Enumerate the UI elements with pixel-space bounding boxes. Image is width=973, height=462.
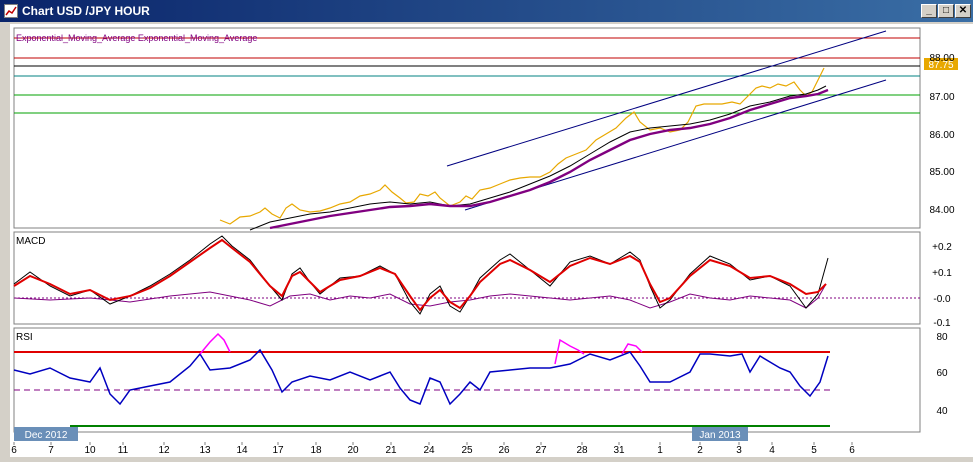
window-title: Chart USD /JPY HOUR [22, 4, 150, 18]
chart-canvas[interactable]: 87.75 88.00 87.00 86.00 85.00 84.00 Expo… [10, 24, 973, 457]
chart-app-icon [4, 4, 18, 18]
date-tick-label: 31 [613, 445, 625, 456]
date-tick-label: 4 [769, 445, 775, 456]
date-tick-label: 21 [385, 445, 397, 456]
price-axis-label: 88.00 [929, 53, 954, 64]
date-tick-label: 2 [697, 445, 703, 456]
price-axis-label: 87.00 [929, 92, 954, 103]
rsi-axis-label: 60 [936, 368, 948, 379]
macd-label: MACD [16, 236, 45, 247]
date-tick-label: 24 [423, 445, 435, 456]
ema-legend: Exponential_Moving_Average Exponential_M… [16, 33, 257, 43]
macd-axis-label: +0.2 [932, 242, 952, 253]
rsi-label: RSI [16, 332, 33, 343]
date-tick-label: 13 [199, 445, 211, 456]
macd-axis-label: -0.1 [933, 318, 951, 329]
price-axis-label: 85.00 [929, 167, 954, 178]
date-tick-label: 11 [118, 445, 129, 456]
rsi-axis-label: 40 [936, 406, 948, 417]
date-tick-label: 7 [48, 445, 54, 456]
date-tick-label: 18 [310, 445, 322, 456]
date-tick-label: 14 [236, 445, 248, 456]
price-axis-label: 84.00 [929, 205, 954, 216]
window-title-bar[interactable]: Chart USD /JPY HOUR _ □ ✕ [0, 0, 973, 22]
date-tick-label: 17 [272, 445, 284, 456]
date-tick-label: 25 [461, 445, 473, 456]
date-tick-label: 1 [657, 445, 663, 456]
date-tick-label: 3 [736, 445, 742, 456]
rsi-panel-frame [13, 327, 921, 433]
maximize-button[interactable]: □ [938, 4, 954, 18]
macd-panel-frame [13, 231, 921, 325]
date-tick-label: 27 [535, 445, 547, 456]
date-axis: 6 7 10 11 12 13 14 17 18 20 21 24 25 26 27 28 31 1 2 3 4 5 6 [11, 442, 855, 456]
date-tick-label: 20 [347, 445, 359, 456]
macd-axis-label: +0.1 [932, 268, 952, 279]
date-tick-label: 10 [84, 445, 96, 456]
date-tick-label: 28 [576, 445, 588, 456]
date-tick-label: 26 [498, 445, 510, 456]
price-axis-label: 86.00 [929, 130, 954, 141]
month-tag: Jan 2013 [699, 430, 741, 441]
chart-area[interactable]: 87.75 88.00 87.00 86.00 85.00 84.00 Expo… [10, 24, 973, 457]
date-tick-label: 5 [811, 445, 817, 456]
date-tick-label: 6 [849, 445, 855, 456]
minimize-button[interactable]: _ [921, 4, 937, 18]
month-tag: Dec 2012 [25, 430, 68, 441]
date-tick-label: 12 [158, 445, 170, 456]
close-button[interactable]: ✕ [955, 4, 971, 18]
macd-axis-label: -0.0 [933, 294, 951, 305]
date-tick-label: 6 [11, 445, 17, 456]
rsi-axis-label: 80 [936, 332, 948, 343]
